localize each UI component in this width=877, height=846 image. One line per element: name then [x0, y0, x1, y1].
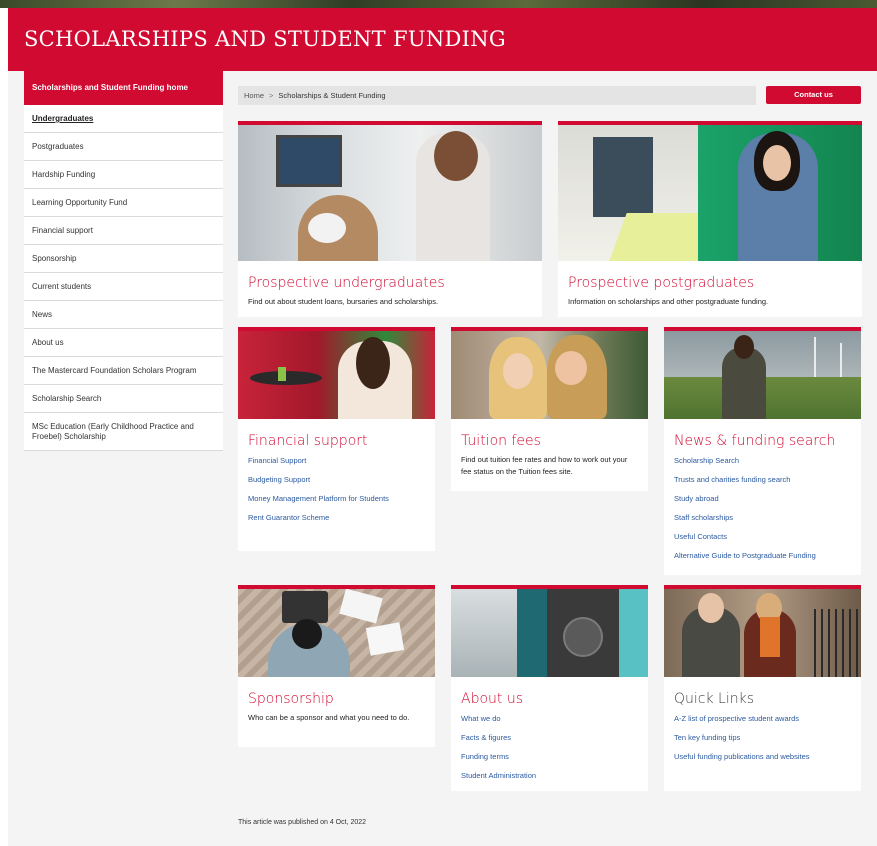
- card-image-tuition-fees: [451, 331, 648, 419]
- site-banner: SCHOLARSHIPS AND STUDENT FUNDING: [8, 8, 877, 71]
- card-description: Find out about student loans, bursaries …: [248, 297, 439, 306]
- card-sponsorship[interactable]: Sponsorship Who can be a sponsor and wha…: [238, 585, 435, 747]
- sidebar-item-mastercard-scholars[interactable]: The Mastercard Foundation Scholars Progr…: [24, 357, 223, 385]
- contact-us-button[interactable]: Contact us: [766, 86, 861, 104]
- card-prospective-postgraduates[interactable]: Prospective postgraduates Information on…: [558, 121, 862, 317]
- link-what-we-do[interactable]: What we do: [461, 709, 648, 728]
- card-title[interactable]: Financial support: [238, 433, 435, 449]
- card-about-us: About us What we do Facts & figures Fund…: [451, 585, 648, 791]
- link-useful-funding-publications[interactable]: Useful funding publications and websites: [674, 747, 861, 766]
- link-scholarship-search[interactable]: Scholarship Search: [674, 451, 861, 470]
- sidebar-item-undergraduates[interactable]: Undergraduates: [24, 105, 223, 133]
- page-body: Scholarships and Student Funding home Un…: [8, 71, 877, 846]
- card-title[interactable]: Prospective postgraduates: [558, 275, 862, 291]
- sidebar-item-home[interactable]: Scholarships and Student Funding home: [24, 71, 223, 105]
- breadcrumb: Home > Scholarships & Student Funding: [238, 86, 756, 105]
- card-title[interactable]: Quick Links: [664, 691, 861, 707]
- breadcrumb-separator: >: [269, 91, 274, 100]
- card-image-sponsorship: [238, 589, 435, 677]
- published-date: This article was published on 4 Oct, 202…: [238, 819, 367, 826]
- sidebar-item-about-us[interactable]: About us: [24, 329, 223, 357]
- link-useful-contacts[interactable]: Useful Contacts: [674, 527, 861, 546]
- page-title[interactable]: SCHOLARSHIPS AND STUDENT FUNDING: [24, 27, 506, 51]
- link-budgeting-support[interactable]: Budgeting Support: [248, 470, 435, 489]
- card-description: Find out tuition fee rates and how to wo…: [461, 455, 628, 476]
- sidebar-item-learning-opportunity-fund[interactable]: Learning Opportunity Fund: [24, 189, 223, 217]
- breadcrumb-current: Scholarships & Student Funding: [278, 91, 386, 100]
- card-title[interactable]: Sponsorship: [238, 691, 435, 707]
- link-funding-terms[interactable]: Funding terms: [461, 747, 648, 766]
- sidebar-nav: Scholarships and Student Funding home Un…: [24, 71, 223, 451]
- link-money-management-platform[interactable]: Money Management Platform for Students: [248, 489, 435, 508]
- card-link-list: A-Z list of prospective student awards T…: [664, 709, 861, 766]
- sidebar-item-hardship-funding[interactable]: Hardship Funding: [24, 161, 223, 189]
- card-news-funding-search: News & funding search Scholarship Search…: [664, 327, 861, 575]
- card-image-postgrad-student: [558, 125, 862, 261]
- link-student-administration[interactable]: Student Administration: [461, 766, 648, 785]
- card-link-list: Scholarship Search Trusts and charities …: [664, 451, 861, 565]
- link-staff-scholarships[interactable]: Staff scholarships: [674, 508, 861, 527]
- card-description: Who can be a sponsor and what you need t…: [248, 713, 410, 722]
- breadcrumb-home-link[interactable]: Home: [244, 91, 264, 100]
- link-study-abroad[interactable]: Study abroad: [674, 489, 861, 508]
- card-quick-links: Quick Links A-Z list of prospective stud…: [664, 585, 861, 791]
- sidebar-item-scholarship-search[interactable]: Scholarship Search: [24, 385, 223, 413]
- card-image-news-funding: [664, 331, 861, 419]
- link-ten-key-funding-tips[interactable]: Ten key funding tips: [674, 728, 861, 747]
- link-financial-support[interactable]: Financial Support: [248, 451, 435, 470]
- sidebar-item-msc-education-scholarship[interactable]: MSc Education (Early Childhood Practice …: [24, 413, 223, 451]
- card-title[interactable]: Prospective undergraduates: [238, 275, 542, 291]
- card-title[interactable]: Tuition fees: [451, 433, 648, 449]
- card-image-vet-student: [238, 125, 542, 261]
- link-rent-guarantor-scheme[interactable]: Rent Guarantor Scheme: [248, 508, 435, 527]
- link-alternative-guide-postgraduate[interactable]: Alternative Guide to Postgraduate Fundin…: [674, 546, 861, 565]
- top-photo-strip: [0, 0, 877, 8]
- card-image-financial-support: [238, 331, 435, 419]
- card-tuition-fees[interactable]: Tuition fees Find out tuition fee rates …: [451, 327, 648, 491]
- card-title[interactable]: News & funding search: [664, 433, 861, 449]
- card-image-about-us: [451, 589, 648, 677]
- card-link-list: Financial Support Budgeting Support Mone…: [238, 451, 435, 527]
- sidebar-item-financial-support[interactable]: Financial support: [24, 217, 223, 245]
- link-trusts-charities-search[interactable]: Trusts and charities funding search: [674, 470, 861, 489]
- sidebar-item-sponsorship[interactable]: Sponsorship: [24, 245, 223, 273]
- sidebar-item-postgraduates[interactable]: Postgraduates: [24, 133, 223, 161]
- card-image-quick-links: [664, 589, 861, 677]
- card-link-list: What we do Facts & figures Funding terms…: [451, 709, 648, 785]
- card-title[interactable]: About us: [451, 691, 648, 707]
- link-facts-figures[interactable]: Facts & figures: [461, 728, 648, 747]
- sidebar-item-current-students[interactable]: Current students: [24, 273, 223, 301]
- card-financial-support: Financial support Financial Support Budg…: [238, 327, 435, 551]
- link-az-prospective-awards[interactable]: A-Z list of prospective student awards: [674, 709, 861, 728]
- card-prospective-undergraduates[interactable]: Prospective undergraduates Find out abou…: [238, 121, 542, 317]
- sidebar-item-news[interactable]: News: [24, 301, 223, 329]
- card-description: Information on scholarships and other po…: [568, 297, 769, 306]
